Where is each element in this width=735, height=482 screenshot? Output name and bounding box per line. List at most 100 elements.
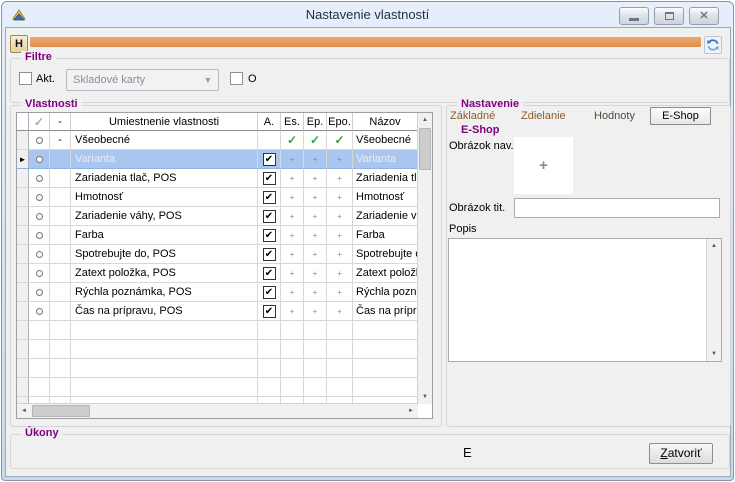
properties-group-label: Vlastnosti xyxy=(21,98,82,110)
header-epo[interactable]: Epo. xyxy=(327,113,353,131)
table-row[interactable]: Zariadenie váhy, POS✔+++Zariadenie váhy,… xyxy=(17,207,418,226)
header-marker-cell xyxy=(17,113,29,131)
row-checkbox[interactable]: ✔ xyxy=(263,153,276,166)
dot-icon: + xyxy=(290,174,295,183)
table-row[interactable]: Hmotnosť✔+++Hmotnosť xyxy=(17,188,418,207)
row-checkbox[interactable]: ✔ xyxy=(263,191,276,204)
zatvorit-button[interactable]: Zatvoriť xyxy=(649,443,713,464)
header-check-icon[interactable]: ✓ xyxy=(29,113,50,131)
close-icon: ✕ xyxy=(699,11,708,22)
row-checkbox[interactable]: ✔ xyxy=(263,305,276,318)
grid-rows: -Všeobecné✓✓✓Všeobecné►Varianta✔+++Varia… xyxy=(17,131,432,416)
dot-icon: + xyxy=(337,212,342,221)
dot-icon: + xyxy=(313,155,318,164)
akt-checkbox[interactable] xyxy=(19,72,32,85)
scroll-right-icon[interactable]: ► xyxy=(404,404,418,418)
dot-icon: + xyxy=(290,193,295,202)
maximize-button[interactable] xyxy=(654,7,684,25)
check-icon: ✓ xyxy=(310,133,320,147)
scroll-up-icon[interactable]: ▲ xyxy=(418,113,432,127)
akt-label: Akt. xyxy=(36,73,55,85)
horizontal-scrollbar[interactable]: ◄ ► xyxy=(17,403,418,418)
dot-icon: + xyxy=(313,288,318,297)
tab-eshop[interactable]: E-Shop xyxy=(650,107,711,125)
table-row[interactable]: Spotrebujte do, POS✔+++Spotrebujte do, P… xyxy=(17,245,418,264)
e-text: E xyxy=(463,445,472,460)
refresh-button[interactable] xyxy=(704,36,722,54)
table-row-empty xyxy=(17,340,418,359)
description-textarea[interactable]: ▲ ▼ xyxy=(448,238,722,362)
dot-icon: + xyxy=(337,193,342,202)
row-checkbox[interactable]: ✔ xyxy=(263,286,276,299)
dot-icon: + xyxy=(337,250,342,259)
header-a[interactable]: A. xyxy=(258,113,281,131)
properties-table: ✓ - Umiestnenie vlastnosti A. Es. Ep. Ep… xyxy=(16,112,433,419)
header-name[interactable]: Názov xyxy=(353,113,418,131)
dot-icon: + xyxy=(290,288,295,297)
dot-icon: + xyxy=(313,193,318,202)
table-row[interactable]: ►Varianta✔+++Varianta xyxy=(17,150,418,169)
horizontal-scroll-thumb[interactable] xyxy=(32,405,90,417)
filter-combobox[interactable]: Skladové karty ▼ xyxy=(66,69,219,91)
tab-zdielanie[interactable]: Zdielanie xyxy=(521,110,566,122)
scroll-left-icon[interactable]: ◄ xyxy=(17,404,31,418)
textarea-scrollbar[interactable]: ▲ ▼ xyxy=(706,239,721,361)
filter-group-label: Filtre xyxy=(21,51,56,63)
image-title-input[interactable] xyxy=(514,198,720,218)
check-icon: ✓ xyxy=(287,133,297,147)
image-title-label: Obrázok tit. xyxy=(449,202,505,214)
header-es[interactable]: Es. xyxy=(281,113,304,131)
table-row[interactable]: Rýchla poznámka, POS✔+++Rýchla poznámka,… xyxy=(17,283,418,302)
scroll-down-icon[interactable]: ▼ xyxy=(707,347,721,361)
dot-icon: + xyxy=(337,231,342,240)
table-row[interactable]: Zatext položka, POS✔+++Zatext položka, P… xyxy=(17,264,418,283)
table-row-empty xyxy=(17,359,418,378)
o-checkbox[interactable] xyxy=(230,72,243,85)
minimize-button[interactable] xyxy=(619,7,649,25)
row-circle-icon xyxy=(36,156,43,163)
header-dash[interactable]: - xyxy=(50,113,71,131)
table-row[interactable]: Farba✔+++Farba xyxy=(17,226,418,245)
tab-zakladne[interactable]: Základné xyxy=(450,110,495,122)
table-row[interactable]: Zariadenia tlač, POS✔+++Zariadenia tlač,… xyxy=(17,169,418,188)
scroll-down-icon[interactable]: ▼ xyxy=(418,390,432,404)
scroll-up-icon[interactable]: ▲ xyxy=(707,239,721,253)
row-checkbox[interactable]: ✔ xyxy=(263,210,276,223)
dot-icon: + xyxy=(313,231,318,240)
image-nav-placeholder[interactable]: + xyxy=(514,137,573,194)
dot-icon: + xyxy=(290,307,295,316)
header-ep[interactable]: Ep. xyxy=(304,113,327,131)
settings-group-label: Nastavenie xyxy=(457,98,523,110)
row-checkbox[interactable]: ✔ xyxy=(263,248,276,261)
row-checkbox[interactable]: ✔ xyxy=(263,267,276,280)
eshop-subgroup-label: E-Shop xyxy=(457,124,504,136)
zatvorit-rest: atvoriť xyxy=(668,446,702,460)
row-circle-icon xyxy=(36,175,43,182)
row-checkbox[interactable]: ✔ xyxy=(263,172,276,185)
actions-group: Úkony xyxy=(10,434,730,469)
table-row[interactable]: -Všeobecné✓✓✓Všeobecné xyxy=(17,131,418,150)
zatvorit-accel: Z xyxy=(660,446,667,460)
row-circle-icon xyxy=(36,270,43,277)
dot-icon: + xyxy=(290,250,295,259)
plus-icon: + xyxy=(539,157,548,174)
title-bar: Nastavenie vlastností ✕ xyxy=(2,2,733,28)
dot-icon: + xyxy=(337,269,342,278)
row-circle-icon xyxy=(36,213,43,220)
row-circle-icon xyxy=(36,137,43,144)
dot-icon: + xyxy=(290,269,295,278)
tab-hodnoty[interactable]: Hodnoty xyxy=(594,110,635,122)
dot-icon: + xyxy=(290,231,295,240)
dot-icon: + xyxy=(313,269,318,278)
row-checkbox[interactable]: ✔ xyxy=(263,229,276,242)
header-location[interactable]: Umiestnenie vlastnosti xyxy=(71,113,258,131)
vertical-scrollbar[interactable]: ▲ ▼ xyxy=(417,113,432,404)
close-button[interactable]: ✕ xyxy=(689,7,719,25)
table-header: ✓ - Umiestnenie vlastnosti A. Es. Ep. Ep… xyxy=(17,113,418,131)
dot-icon: + xyxy=(337,307,342,316)
vertical-scroll-thumb[interactable] xyxy=(419,128,431,170)
minimize-icon xyxy=(629,18,639,21)
dot-icon: + xyxy=(337,288,342,297)
dot-icon: + xyxy=(313,212,318,221)
table-row[interactable]: Čas na prípravu, POS✔+++Čas na prípravu,… xyxy=(17,302,418,321)
